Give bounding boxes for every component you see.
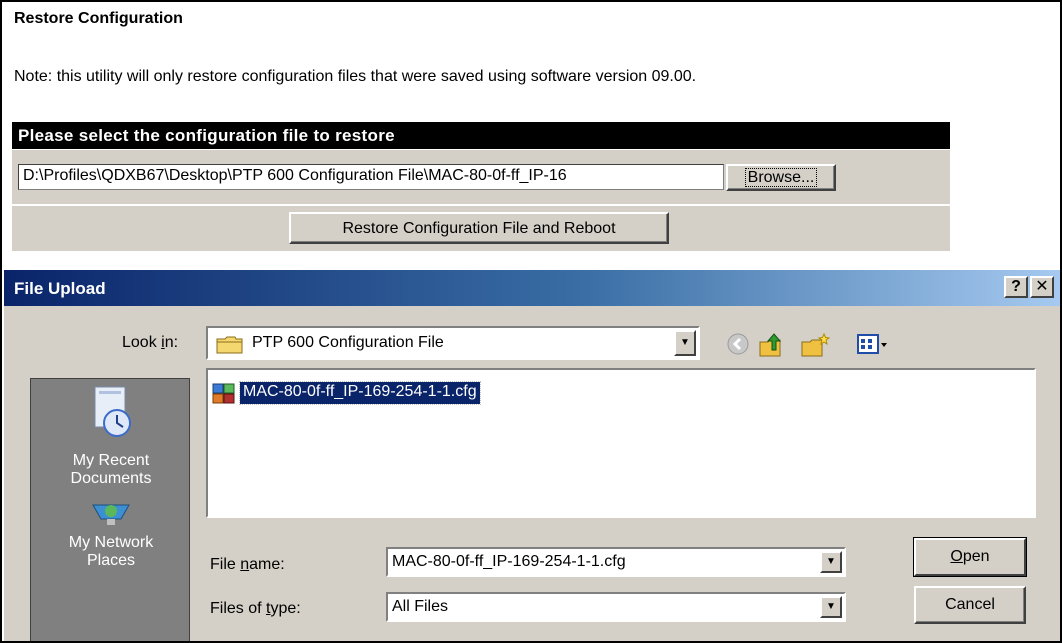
chevron-down-icon[interactable]: ▼ [674, 330, 696, 356]
places-my-recent-documents[interactable]: My Recent Documents [31, 383, 191, 488]
look-in-label: Look in: [122, 334, 179, 351]
look-in-dropdown[interactable]: PTP 600 Configuration File ▼ [206, 326, 700, 360]
file-name-selected: MAC-80-0f-ff_IP-169-254-1-1.cfg [239, 381, 481, 405]
places-bar: My Recent Documents My Network Places [30, 378, 191, 641]
look-in-value: PTP 600 Configuration File [252, 334, 444, 351]
close-button[interactable]: ✕ [1030, 276, 1054, 298]
back-icon[interactable] [726, 332, 750, 361]
chevron-down-icon[interactable]: ▼ [820, 596, 842, 618]
file-type-label: Files of type: [210, 600, 301, 617]
places-recent-line1: My Recent [72, 452, 150, 469]
folder-icon [216, 335, 244, 360]
browse-button[interactable]: Browse... [726, 164, 836, 191]
file-name-input[interactable]: MAC-80-0f-ff_IP-169-254-1-1.cfg ▼ [386, 547, 846, 577]
section-header: Please select the configuration file to … [12, 122, 950, 149]
places-network-line1: My Network [68, 534, 154, 551]
up-folder-icon[interactable] [758, 332, 786, 363]
open-button[interactable]: Open [914, 538, 1026, 576]
file-path-input[interactable]: D:\Profiles\QDXB67\Desktop\PTP 600 Confi… [18, 164, 724, 190]
file-list[interactable]: MAC-80-0f-ff_IP-169-254-1-1.cfg [206, 368, 1036, 518]
file-type-dropdown[interactable]: All Files ▼ [386, 592, 846, 622]
page-title: Restore Configuration [14, 10, 183, 27]
chevron-down-icon[interactable]: ▼ [820, 551, 842, 573]
file-upload-dialog: File Upload ? ✕ Look in: PTP 600 Configu… [4, 270, 1060, 641]
file-name-label: File name: [210, 556, 285, 573]
version-note: Note: this utility will only restore con… [14, 68, 697, 85]
places-network-line2: Places [86, 552, 136, 569]
places-recent-line2: Documents [70, 470, 152, 487]
network-places-icon [31, 501, 191, 532]
file-type-value: All Files [392, 598, 449, 615]
browse-button-label: Browse... [744, 168, 818, 187]
view-menu-icon[interactable] [856, 332, 888, 361]
restore-row: Restore Configuration File and Reboot [12, 206, 950, 251]
recent-documents-icon [31, 383, 191, 448]
dialog-title: File Upload [14, 279, 106, 298]
restore-and-reboot-button[interactable]: Restore Configuration File and Reboot [289, 212, 669, 244]
browser-page: Restore Configuration Note: this utility… [0, 0, 1062, 643]
file-select-row: D:\Profiles\QDXB67\Desktop\PTP 600 Confi… [12, 150, 950, 204]
dialog-titlebar[interactable]: File Upload ? ✕ [4, 270, 1060, 306]
new-folder-icon[interactable] [800, 332, 831, 363]
cancel-button[interactable]: Cancel [914, 586, 1026, 624]
file-name-value: MAC-80-0f-ff_IP-169-254-1-1.cfg [392, 553, 626, 570]
places-my-network-places[interactable]: My Network Places [31, 501, 191, 570]
cfg-file-icon [212, 383, 236, 410]
help-button[interactable]: ? [1004, 276, 1028, 298]
